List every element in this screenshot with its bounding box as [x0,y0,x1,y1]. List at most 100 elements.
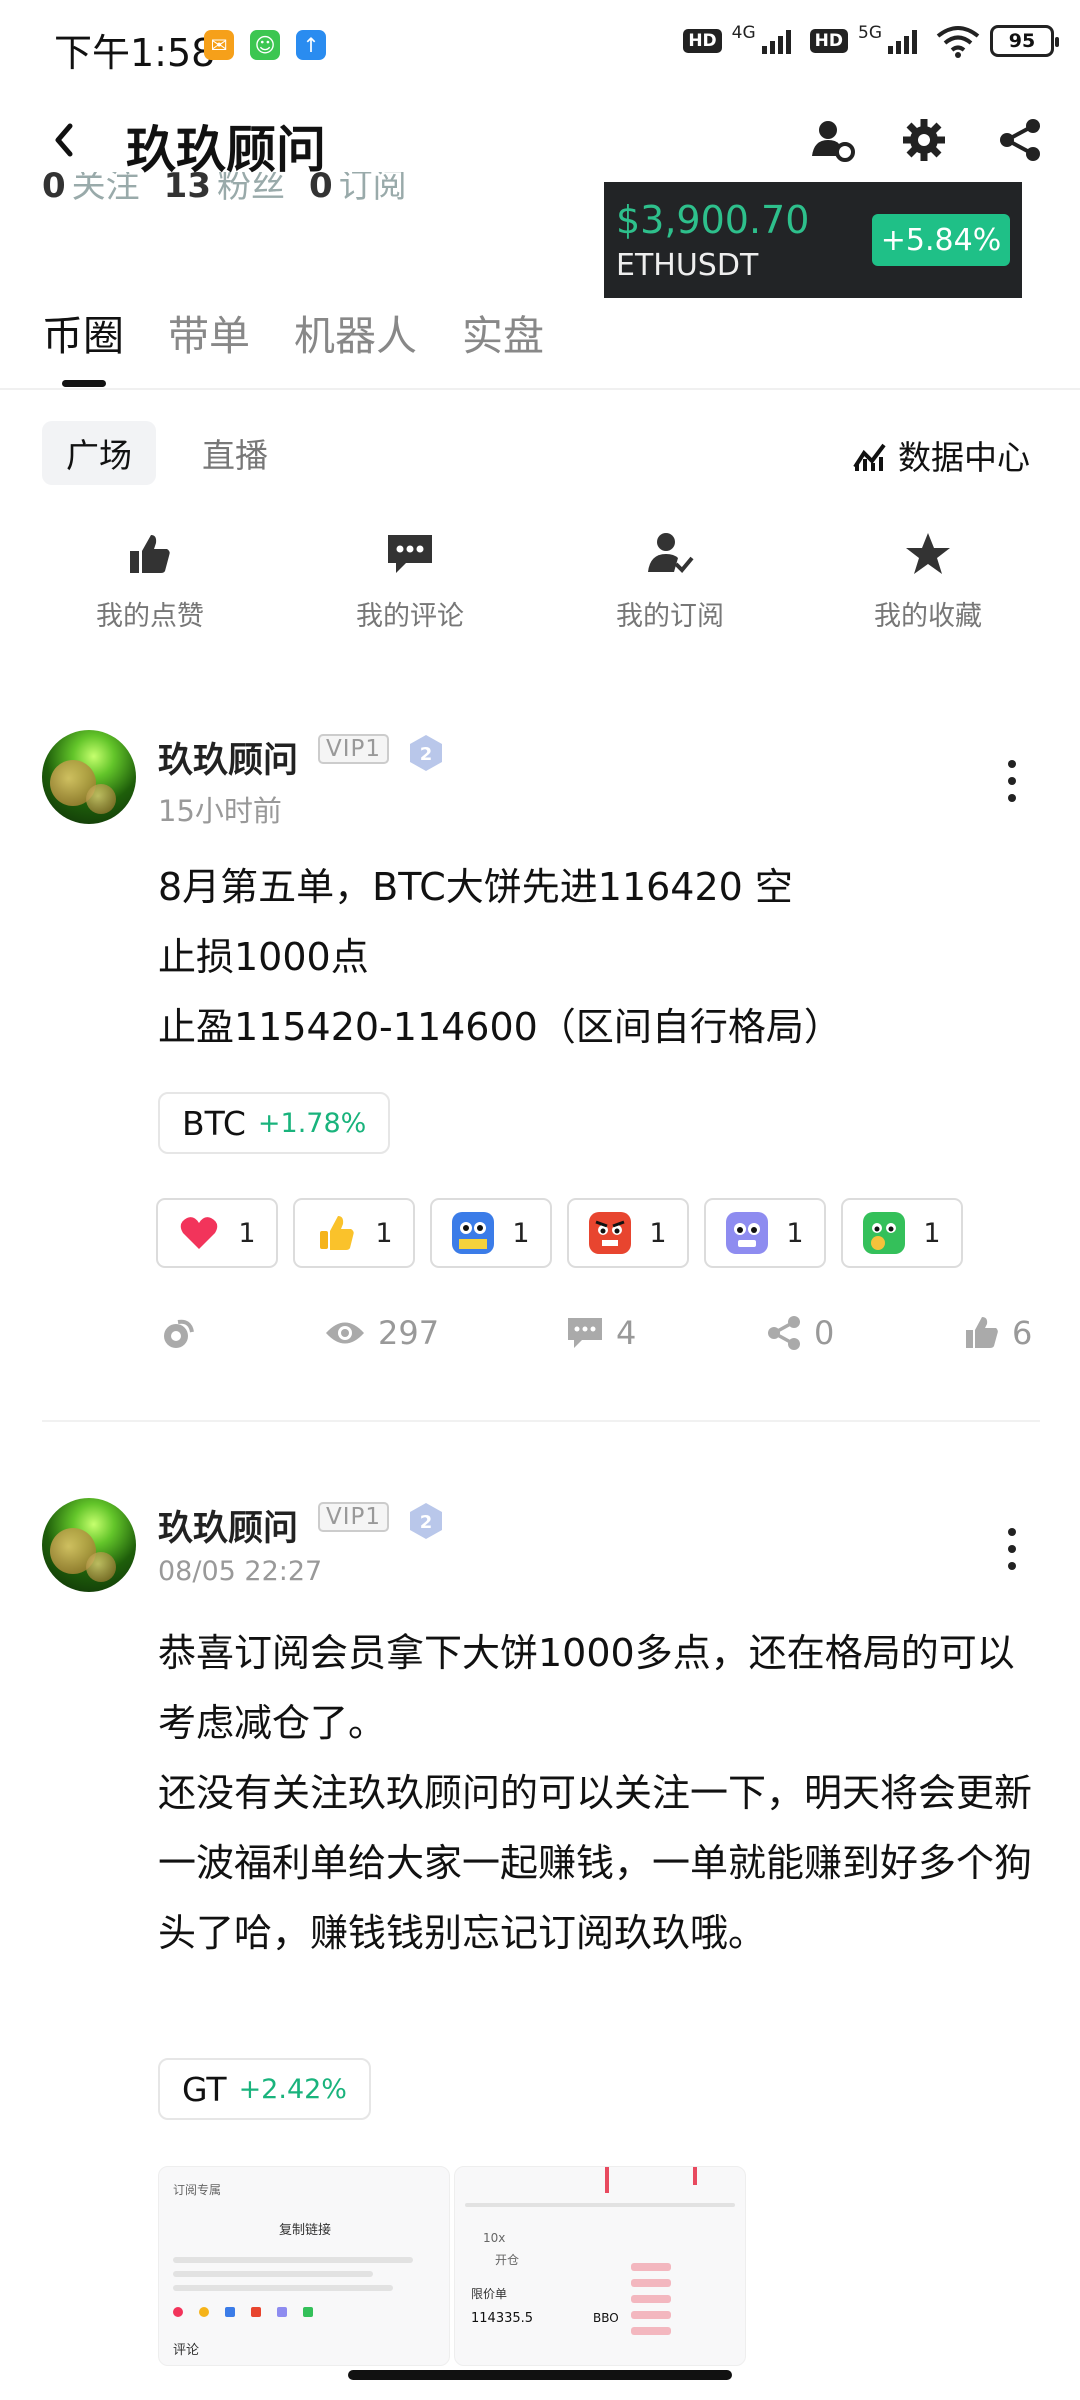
level-badge-icon: 2 [408,1502,444,1540]
chart-trend-icon [853,443,886,471]
upload-notification-icon: ↑ [296,30,326,60]
status-time: 下午1:58 [54,31,216,75]
reaction-heart[interactable]: 1 [156,1198,278,1268]
shortcut-label: 我的评论 [356,601,464,632]
shortcut-label: 我的收藏 [874,601,982,632]
angry-emoji-icon [589,1212,632,1254]
share-icon [1000,119,1040,161]
shortcut-my-favorites[interactable]: 我的收藏 [838,526,1018,633]
shortcut-my-likes[interactable]: 我的点赞 [60,526,240,633]
coin-tag[interactable]: BTC +1.78% [158,1092,391,1154]
reaction-green[interactable]: 1 [841,1198,963,1268]
more-options-button[interactable] [992,1519,1032,1579]
mail-notification-icon: ✉ [204,30,234,60]
coin-symbol: GT [182,2069,227,2109]
following-stat[interactable]: 0 关注 [42,172,140,206]
share-button[interactable]: 0 [766,1314,834,1352]
svg-text:2: 2 [420,744,433,765]
avatar[interactable] [42,1498,136,1592]
svg-text:2: 2 [420,1512,433,1533]
post-time: 15小时前 [158,794,282,828]
post-time: 08/05 22:27 [158,1556,323,1587]
reaction-worried[interactable]: 1 [704,1198,826,1268]
worried-emoji-icon [726,1212,769,1254]
status-bar: 下午1:58 ✉ ☺ ↑ HD 4G HD 5G 95 [0,0,1080,90]
coin-tag[interactable]: GT +2.42% [158,2058,371,2120]
reaction-hodl[interactable]: 1 [430,1198,552,1268]
post-content: 8月第五单，BTC大饼先进116420 空 止损1000点 止盈115420-1… [158,865,842,1049]
coin-change: +2.42% [238,2073,347,2105]
share-button[interactable] [990,110,1050,170]
vip-badge: VIP1 [318,734,390,764]
author-name[interactable]: 玖玖顾问 [158,1500,298,1551]
like-button[interactable]: 6 [964,1314,1032,1352]
subtab-square[interactable]: 广场 [42,421,156,485]
eye-icon [326,1322,364,1344]
shortcut-my-comments[interactable]: 我的评论 [320,526,500,633]
hodl-emoji-icon [452,1212,495,1254]
share-icon [768,1316,800,1350]
tab-coin-circle[interactable]: 币圈 [42,302,124,362]
thumbs-up-emoji-icon [315,1212,357,1254]
reaction-angry[interactable]: 1 [567,1198,689,1268]
fans-stat[interactable]: 13 粉丝 [164,172,285,206]
tab-copy-trading[interactable]: 带单 [168,302,250,362]
settings-button[interactable] [894,110,954,170]
price-ticker[interactable]: $3,900.70 ETHUSDT +5.84% [604,182,1022,298]
battery-icon: 95 [990,25,1059,57]
gear-icon [903,119,945,161]
shortcut-label: 我的订阅 [616,601,724,632]
comment-icon [568,1318,602,1348]
app-notification-icon: ☺ [250,30,280,60]
heart-icon [178,1212,220,1254]
post-image-1[interactable]: 订阅专属 复制链接 评论 [158,2166,450,2366]
ticker-pair: ETHUSDT [616,248,759,283]
avatar[interactable] [42,730,136,824]
data-center-link[interactable]: 数据中心 [852,431,1030,479]
hd-icon: HD [683,29,722,53]
subtab-live[interactable]: 直播 [178,421,292,485]
reaction-thumbs-up[interactable]: 1 [293,1198,415,1268]
back-button[interactable] [40,110,100,170]
battery-level: 95 [1008,30,1036,52]
post-content: 恭喜订阅会员拿下大饼1000多点，还在格局的可以考虑减仓了。 还没有关注玖玖顾问… [158,1631,1033,1955]
network-type-2: 5G [858,23,882,43]
wifi-icon [936,26,980,58]
chevron-left-icon [55,123,73,157]
signal-icon-2 [888,30,917,54]
green-emoji-icon [863,1212,906,1254]
coin-symbol: BTC [182,1103,246,1143]
profile-stats: 0 关注 13 粉丝 0 订阅 [42,172,407,208]
ticker-price: $3,900.70 [616,198,810,242]
author-name[interactable]: 玖玖顾问 [158,732,298,783]
shortcut-label: 我的点赞 [96,601,204,632]
thumbs-up-icon [966,1317,998,1348]
repost-button[interactable] [160,1316,196,1352]
coin-change: +1.78% [257,1107,367,1139]
vip-badge: VIP1 [318,1502,390,1532]
user-settings-button[interactable] [802,110,862,170]
shortcut-my-subscriptions[interactable]: 我的订阅 [580,526,760,633]
status-indicators: HD 4G HD 5G 95 [683,23,1059,58]
comment-icon [382,526,438,582]
network-type-1: 4G [731,23,756,43]
user-check-icon [642,526,698,582]
views-stat: 297 [324,1314,439,1352]
more-options-button[interactable] [992,751,1032,811]
ticker-change: +5.84% [872,214,1010,266]
tab-robot[interactable]: 机器人 [294,302,417,362]
star-icon [900,526,956,582]
data-center-label: 数据中心 [898,438,1030,477]
active-tab-indicator [62,380,106,387]
comments-button[interactable]: 4 [566,1314,636,1352]
signal-icon [761,30,791,54]
home-indicator[interactable] [348,2370,732,2380]
post-image-2[interactable]: 10x 开仓 限价单 114335.5 BBO [454,2166,746,2366]
post-divider [42,1420,1040,1422]
user-gear-icon [812,121,855,162]
level-badge-icon: 2 [408,734,444,772]
repost-icon [164,1319,194,1348]
subscriptions-stat[interactable]: 0 订阅 [309,172,407,206]
tab-live-trading[interactable]: 实盘 [462,302,544,362]
thumbs-up-icon [122,526,178,582]
